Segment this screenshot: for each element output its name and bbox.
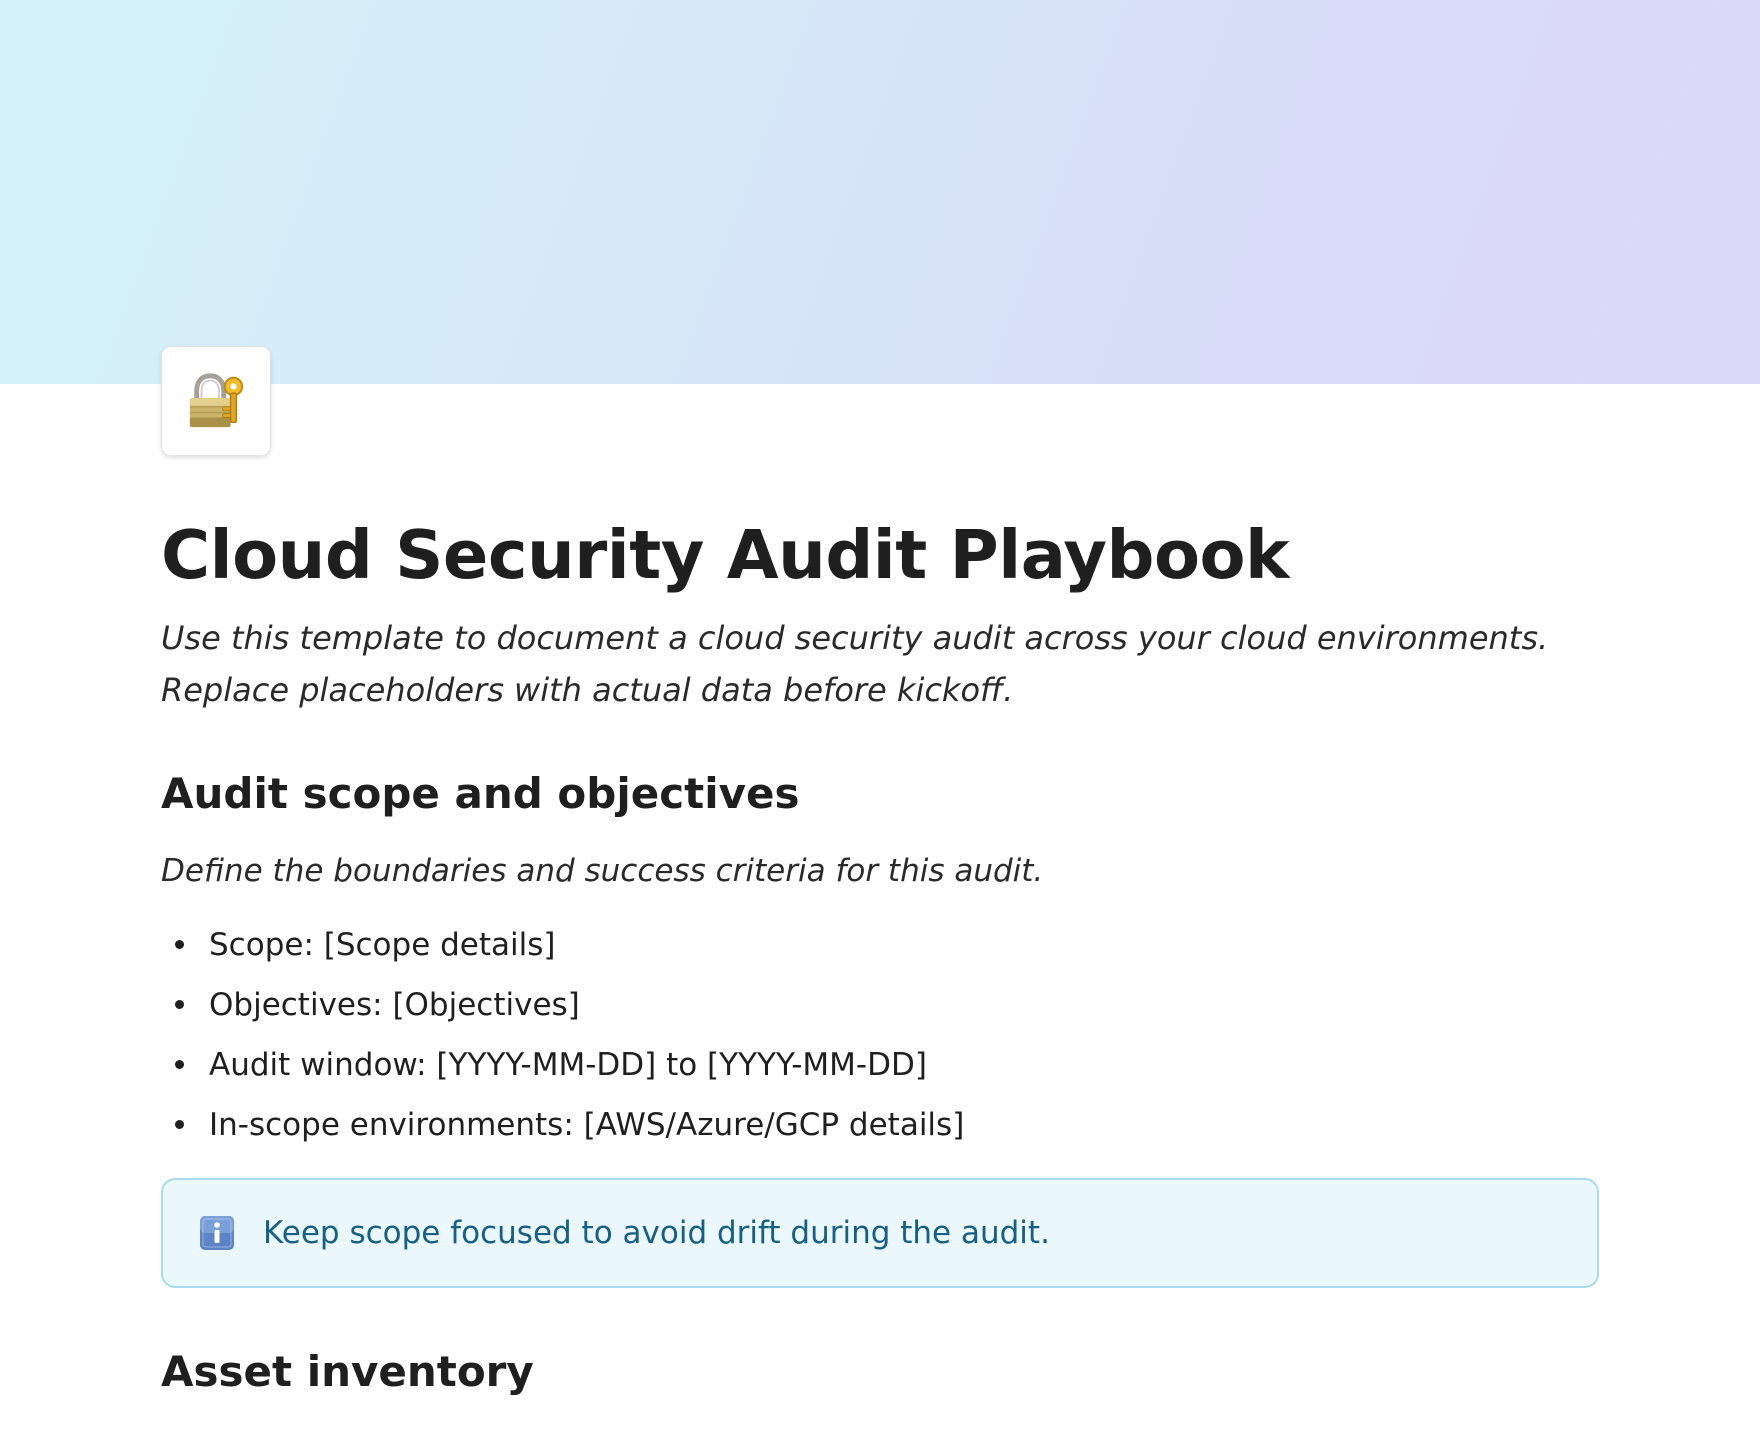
section-heading-asset-inventory: Asset inventory bbox=[161, 1347, 534, 1396]
lock-with-key-icon bbox=[189, 373, 244, 428]
scope-bullet-list: Scope: [Scope details] Objectives: [Obje… bbox=[161, 920, 1601, 1150]
callout-text: Keep scope focused to avoid drift during… bbox=[263, 1215, 1050, 1251]
page-title: Cloud Security Audit Playbook bbox=[161, 516, 1290, 594]
information-icon bbox=[199, 1215, 235, 1251]
list-item: Audit window: [YYYY-MM-DD] to [YYYY-MM-D… bbox=[161, 1040, 1601, 1090]
info-callout: Keep scope focused to avoid drift during… bbox=[161, 1178, 1599, 1288]
page-cover bbox=[0, 0, 1760, 384]
list-item: In-scope environments: [AWS/Azure/GCP de… bbox=[161, 1100, 1601, 1150]
list-item: Scope: [Scope details] bbox=[161, 920, 1601, 970]
page-icon[interactable] bbox=[161, 346, 271, 456]
section-description: Define the boundaries and success criter… bbox=[161, 853, 1044, 889]
page-subtitle: Use this template to document a cloud se… bbox=[161, 619, 1549, 709]
section-heading-audit-scope: Audit scope and objectives bbox=[161, 769, 800, 818]
page-content: Cloud Security Audit Playbook Use this t… bbox=[161, 514, 1601, 1400]
list-item: Objectives: [Objectives] bbox=[161, 980, 1601, 1030]
